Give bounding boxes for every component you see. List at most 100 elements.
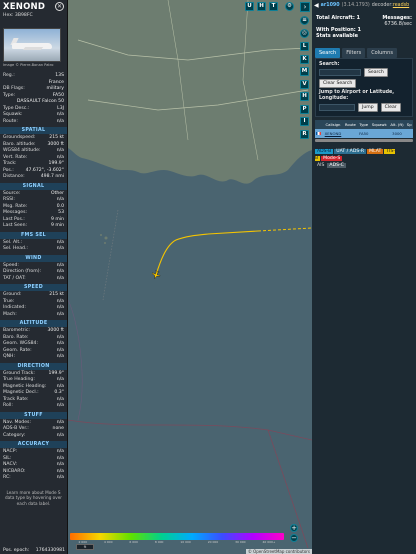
- info-row: Last Seen: 9 min: [0, 223, 67, 230]
- search-panel: Search: Search Clear Search Jump to Airp…: [315, 58, 413, 117]
- jump-button[interactable]: Jump: [358, 103, 378, 112]
- sidebar-topbar: ◀ ar1090 (3.14.1793) decoder: readsb: [312, 0, 416, 11]
- zoom-in-button[interactable]: +: [290, 524, 298, 532]
- altitude-legend: 2 000 4 000 6 000 8 000 10 000 20 000 30 000 40…: [70, 533, 284, 544]
- expand-arrow-icon[interactable]: ◀: [314, 2, 319, 9]
- zoom-out-button[interactable]: −: [290, 534, 298, 542]
- field-value: n/a: [56, 475, 64, 480]
- section-header-speed: SPEED: [0, 284, 67, 291]
- table-cell: XENOND: [322, 129, 344, 138]
- table-cell: FA50: [357, 129, 370, 138]
- table-cell: [343, 129, 358, 138]
- table-row[interactable]: XENOND FA50 3000: [315, 129, 413, 138]
- source-legend: ADS-B UAT / ADS-R MLAT TIS-B Mode-S AIS ADS-C: [315, 148, 413, 169]
- section-header-stuff: STUFF: [0, 411, 67, 419]
- section-header-wind: WIND: [0, 254, 67, 262]
- info-header: XENOND ✕: [0, 0, 67, 19]
- messages-rate: 6736.8/sec: [384, 21, 412, 27]
- map-btn-top-0[interactable]: U: [245, 2, 254, 11]
- column-header[interactable]: Type: [357, 120, 370, 129]
- table-cell: 3000: [388, 129, 406, 138]
- stats-block: Total Aircraft: 1 Messages: 6736.8/sec W…: [312, 11, 416, 39]
- search-input[interactable]: [319, 69, 361, 76]
- field-label: TAT / OAT:: [3, 275, 26, 281]
- table-cell: [405, 129, 413, 138]
- site-link[interactable]: ar1090: [321, 3, 340, 8]
- map-btn-side-i[interactable]: I: [300, 117, 309, 126]
- source-ads-b[interactable]: ADS-B: [315, 149, 334, 154]
- map-btn-side-k[interactable]: K: [300, 54, 309, 64]
- column-header[interactable]: Sp: [405, 120, 413, 129]
- column-header[interactable]: [315, 120, 323, 129]
- recenter-icon[interactable]: ◎: [300, 29, 309, 38]
- table-scrollbar[interactable]: [315, 139, 413, 142]
- column-header[interactable]: Squawk: [370, 120, 389, 129]
- map-canvas[interactable]: [68, 0, 312, 554]
- collapse-sidebar-icon[interactable]: ›: [300, 2, 310, 12]
- source-mode-s[interactable]: Mode-S: [321, 156, 343, 161]
- field-label: Mach:: [3, 311, 17, 317]
- column-header[interactable]: Callsign: [322, 120, 344, 129]
- version-label: (3.14.1793): [341, 3, 370, 8]
- source-ais[interactable]: AIS: [315, 163, 326, 168]
- legend-tick: 6 000: [129, 540, 138, 544]
- field-value: n/a: [56, 403, 64, 408]
- tab-search[interactable]: Search: [315, 48, 341, 58]
- field-label: Category:: [3, 432, 26, 438]
- info-row: QNH: n/a: [0, 354, 67, 361]
- decoder-link[interactable]: readsb: [393, 3, 409, 8]
- source-mlat[interactable]: MLAT: [367, 149, 384, 154]
- info-row: Roll: n/a: [0, 403, 67, 410]
- map-attribution[interactable]: © OpenStreetMap contributors: [245, 549, 312, 554]
- legend-tick: 40 000+: [262, 540, 276, 544]
- field-label: Reg.:: [3, 73, 15, 78]
- jump-input[interactable]: [319, 104, 355, 111]
- field-label: Type:: [3, 92, 16, 98]
- map-btn-top-2[interactable]: T: [269, 2, 278, 11]
- map-btn-side-l[interactable]: L: [300, 42, 309, 51]
- tab-filters[interactable]: Filters: [342, 48, 366, 58]
- legend-tick: 8 000: [154, 540, 164, 544]
- field-label: Distance:: [3, 174, 25, 179]
- jump-label: Jump to Airport or Latitude, Longitude:: [319, 90, 395, 101]
- legend-tick: 30 000: [235, 540, 246, 544]
- field-label: QNH:: [3, 354, 16, 359]
- column-header[interactable]: Alt. (ft): [388, 120, 406, 129]
- tab-columns[interactable]: Columns: [367, 48, 397, 58]
- map-btn-side-h[interactable]: H: [300, 92, 309, 101]
- stats-available-link[interactable]: Stats available: [316, 33, 358, 39]
- source-ads-c[interactable]: ADS-C: [327, 163, 346, 168]
- decoder-label: decoder:: [371, 3, 393, 8]
- aircraft-photo[interactable]: [3, 28, 61, 62]
- coastline-land: [68, 0, 312, 184]
- map-btn-side-p[interactable]: P: [300, 104, 309, 114]
- island: [104, 236, 108, 240]
- column-header[interactable]: Route: [343, 120, 358, 129]
- clear-button[interactable]: Clear: [380, 103, 401, 112]
- source-uat-ads-r[interactable]: UAT / ADS-R: [334, 149, 367, 154]
- field-value: 9 min: [50, 223, 64, 228]
- search-button[interactable]: Search: [364, 68, 388, 77]
- unit-toggle-button[interactable]: ft: [76, 544, 94, 550]
- gear-icon[interactable]: ⚙: [285, 2, 294, 11]
- layers-icon[interactable]: ≡: [300, 16, 309, 25]
- clear-search-button[interactable]: Clear Search: [319, 79, 357, 88]
- sidebar-tabs: Search Filters Columns: [315, 48, 413, 58]
- section-header-signal: SIGNAL: [0, 182, 67, 190]
- section-header-fms-sel: FMS SEL: [0, 231, 67, 239]
- map-btn-top-1[interactable]: H: [257, 2, 266, 11]
- aircraft-details: Reg.: 13S France DB Flags: military Type: FA50…: [0, 73, 67, 125]
- info-row: Category: n/a: [0, 433, 67, 440]
- section-header-direction: DIRECTION: [0, 362, 67, 370]
- map-btn-side-v[interactable]: V: [300, 79, 309, 89]
- map-view[interactable]: U H T ⚙ › ≡ ◎ LKMVHPIR + − 2 000 4 000 6 0…: [68, 0, 312, 554]
- info-sections: SPATIAL Groundspeed: 215 kt Baro. altitude:…: [0, 127, 67, 482]
- map-btn-side-r[interactable]: R: [300, 129, 309, 139]
- map-btn-side-m[interactable]: M: [300, 67, 309, 76]
- close-icon[interactable]: ✕: [55, 2, 64, 11]
- section-header-accuracy: ACCURACY: [0, 441, 67, 448]
- field-value: n/a: [56, 311, 64, 317]
- island: [104, 242, 106, 244]
- total-aircraft: Total Aircraft: 1: [316, 15, 361, 21]
- field-label: Roll:: [3, 403, 13, 408]
